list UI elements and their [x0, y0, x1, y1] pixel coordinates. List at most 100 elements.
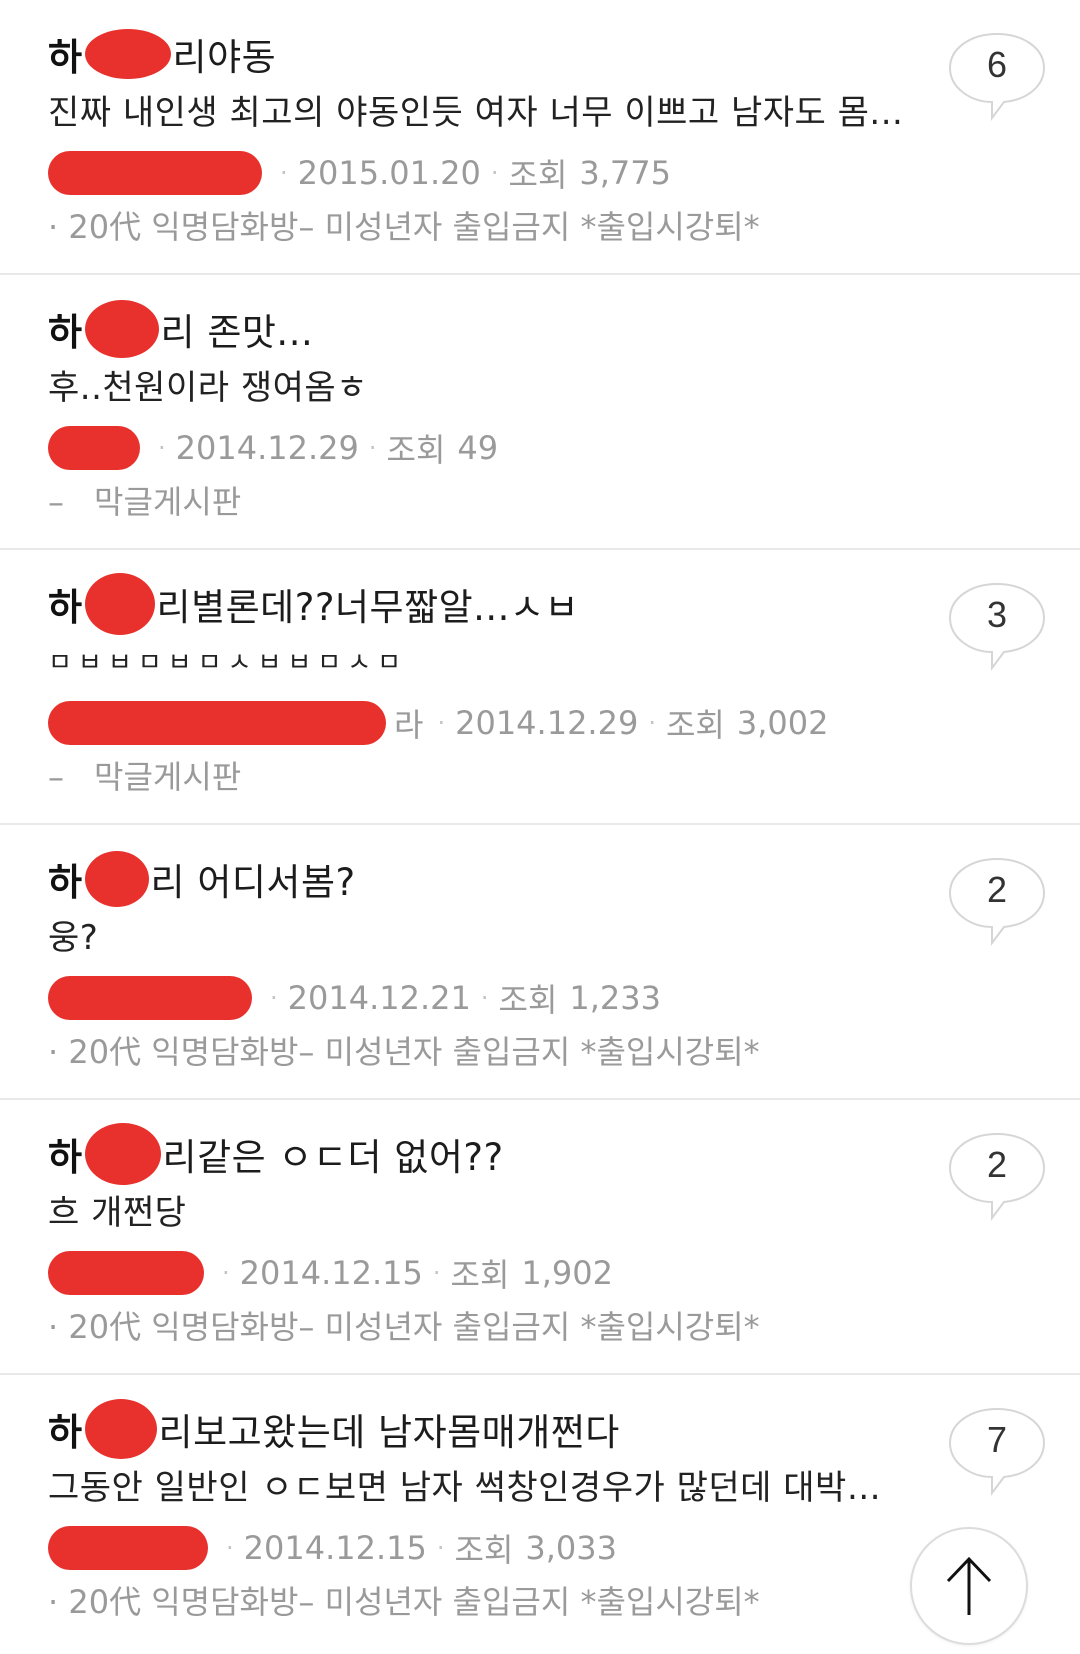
post-content[interactable]: 하 리야동 진짜 내인생 최고의 야동인듯 여자 너무 이쁘고 남자도 몸...…	[48, 26, 908, 252]
list-item[interactable]: 하 리야동 진짜 내인생 최고의 야동인듯 여자 너무 이쁘고 남자도 몸...…	[0, 0, 1080, 275]
post-date: 2015.01.20	[297, 154, 481, 192]
title-suffix: 리 존맛...	[160, 311, 314, 354]
arrow-up-icon	[946, 1556, 992, 1615]
redaction-mark	[84, 1399, 157, 1459]
list-item[interactable]: 하 리 어디서봄? 웅? · 2014.12.21 · 조회 1,233 · 2…	[0, 825, 1080, 1100]
comment-count: 3	[986, 594, 1008, 635]
redaction-mark	[84, 300, 159, 358]
post-content[interactable]: 하 리같은 ㅇㄷ더 없어?? 흐 개쩐당 · 2014.12.15 · 조회 1…	[48, 1123, 908, 1352]
comment-count-bubble[interactable]: 6	[946, 30, 1048, 122]
post-content[interactable]: 하 리 어디서봄? 웅? · 2014.12.21 · 조회 1,233 · 2…	[48, 851, 908, 1077]
views-count: 1,233	[569, 979, 661, 1017]
board-name[interactable]: · 20代 익명담화방– 미성년자 출입금지 *출입시강퇴*	[48, 1577, 908, 1627]
redaction-mark	[84, 1123, 161, 1185]
title-prefix: 하	[48, 1411, 83, 1454]
post-preview: 그동안 일반인 ㅇㄷ보면 남자 썩창인경우가 많던데 대박이...	[48, 1468, 908, 1508]
post-content[interactable]: 하 리보고왔는데 남자몸매개쩐다 그동안 일반인 ㅇㄷ보면 남자 썩창인경우가 …	[48, 1399, 908, 1627]
views-label: 조회	[665, 706, 725, 744]
title-prefix: 하	[48, 311, 83, 354]
comment-count: 6	[986, 44, 1008, 85]
board-label: 막글게시판	[94, 483, 242, 521]
author-redaction	[48, 426, 140, 470]
views-label: 조회	[454, 1531, 514, 1569]
comment-count: 7	[986, 1419, 1008, 1460]
author-redaction	[48, 1251, 204, 1295]
list-item[interactable]: 하 리같은 ㅇㄷ더 없어?? 흐 개쩐당 · 2014.12.15 · 조회 1…	[0, 1100, 1080, 1375]
scroll-to-top-button[interactable]	[910, 1527, 1028, 1645]
title-suffix: 리보고왔는데 남자몸매개쩐다	[158, 1411, 620, 1454]
separator-dot: ·	[480, 984, 489, 1012]
separator-dot: ·	[368, 434, 377, 462]
post-preview: 웅?	[48, 918, 99, 958]
post-content[interactable]: 하 리별론데??너무짧알...ㅅㅂ ㅁㅂㅂㅁㅂㅁㅅㅂㅂㅁㅅㅁ 라 · 2014.…	[48, 573, 908, 802]
separator-dot: ·	[436, 1534, 445, 1562]
board-name[interactable]: – 막글게시판	[48, 477, 908, 527]
post-title[interactable]: 하 리같은 ㅇㄷ더 없어??	[48, 1123, 908, 1185]
views-label: 조회	[498, 981, 558, 1019]
post-meta: 라 · 2014.12.29 · 조회 3,002	[48, 696, 908, 750]
comment-count-bubble[interactable]: 7	[946, 1405, 1048, 1497]
post-date: 2014.12.15	[239, 1254, 423, 1292]
separator-dot: ·	[226, 1534, 234, 1562]
post-date: 2014.12.15	[243, 1529, 427, 1567]
post-list: 하 리야동 진짜 내인생 최고의 야동인듯 여자 너무 이쁘고 남자도 몸...…	[0, 0, 1080, 1650]
post-preview: 후..천원이라 쟁여옴ㅎ	[48, 368, 368, 408]
post-preview: 진짜 내인생 최고의 야동인듯 여자 너무 이쁘고 남자도 몸...	[48, 93, 904, 133]
author-redaction	[48, 151, 262, 195]
post-title[interactable]: 하 리별론데??너무짧알...ㅅㅂ	[48, 573, 908, 635]
list-item[interactable]: 하 리 존맛... 후..천원이라 쟁여옴ㅎ · 2014.12.29 · 조회…	[0, 275, 1080, 550]
views-label: 조회	[450, 1256, 510, 1294]
post-title[interactable]: 하 리보고왔는데 남자몸매개쩐다	[48, 1399, 908, 1459]
author-redaction	[48, 701, 386, 745]
title-prefix: 하	[48, 861, 83, 904]
views-label: 조회	[508, 156, 568, 194]
board-name[interactable]: · 20代 익명담화방– 미성년자 출입금지 *출입시강퇴*	[48, 202, 908, 252]
title-suffix: 리야동	[172, 36, 277, 79]
separator-dot: ·	[437, 709, 446, 737]
views-count: 3,002	[736, 704, 829, 742]
post-meta: · 2014.12.21 · 조회 1,233	[48, 971, 908, 1025]
title-suffix: 리 어디서봄?	[150, 861, 356, 904]
post-preview: 흐 개쩐당	[48, 1193, 187, 1233]
author-tail: 라	[394, 706, 424, 744]
title-prefix: 하	[48, 586, 83, 629]
separator-dot: ·	[280, 159, 288, 187]
separator-dot: ·	[270, 984, 278, 1012]
post-date: 2014.12.29	[455, 704, 639, 742]
post-title[interactable]: 하 리 어디서봄?	[48, 851, 908, 907]
list-item[interactable]: 하 리별론데??너무짧알...ㅅㅂ ㅁㅂㅂㅁㅂㅁㅅㅂㅂㅁㅅㅁ 라 · 2014.…	[0, 550, 1080, 825]
board-dash: –	[48, 483, 64, 521]
board-name[interactable]: · 20代 익명담화방– 미성년자 출입금지 *출입시강퇴*	[48, 1302, 908, 1352]
post-title[interactable]: 하 리야동	[48, 26, 908, 82]
post-date: 2014.12.29	[175, 429, 359, 467]
redaction-mark	[84, 851, 149, 907]
board-dash: –	[48, 758, 64, 796]
post-preview: ㅁㅂㅂㅁㅂㅁㅅㅂㅂㅁㅅㅁ	[48, 648, 408, 678]
post-meta: · 2014.12.15 · 조회 3,033	[48, 1521, 908, 1575]
separator-dot: ·	[222, 1259, 230, 1287]
comment-count-bubble[interactable]: 2	[946, 1130, 1048, 1222]
post-title[interactable]: 하 리 존맛...	[48, 300, 908, 358]
post-meta: · 2014.12.15 · 조회 1,902	[48, 1246, 908, 1300]
views-count: 1,902	[521, 1254, 613, 1292]
views-label: 조회	[386, 431, 446, 469]
comment-count: 2	[986, 869, 1008, 910]
board-name[interactable]: – 막글게시판	[48, 752, 908, 802]
post-meta: · 2015.01.20 · 조회 3,775	[48, 146, 908, 200]
comment-count-bubble[interactable]: 2	[946, 855, 1048, 947]
separator-dot: ·	[490, 159, 499, 187]
title-prefix: 하	[48, 1136, 83, 1179]
redaction-mark	[84, 573, 155, 635]
author-redaction	[48, 1526, 208, 1570]
board-name[interactable]: · 20代 익명담화방– 미성년자 출입금지 *출입시강퇴*	[48, 1027, 908, 1077]
redaction-mark	[84, 29, 171, 79]
views-count: 49	[457, 429, 499, 467]
post-meta: · 2014.12.29 · 조회 49	[48, 421, 908, 475]
comment-count-bubble[interactable]: 3	[946, 580, 1048, 672]
separator-dot: ·	[432, 1259, 441, 1287]
post-content[interactable]: 하 리 존맛... 후..천원이라 쟁여옴ㅎ · 2014.12.29 · 조회…	[48, 300, 908, 527]
separator-dot: ·	[158, 434, 166, 462]
title-suffix: 리같은 ㅇㄷ더 없어??	[162, 1136, 504, 1179]
title-suffix: 리별론데??너무짧알...ㅅㅂ	[156, 586, 580, 629]
separator-dot: ·	[648, 709, 656, 737]
